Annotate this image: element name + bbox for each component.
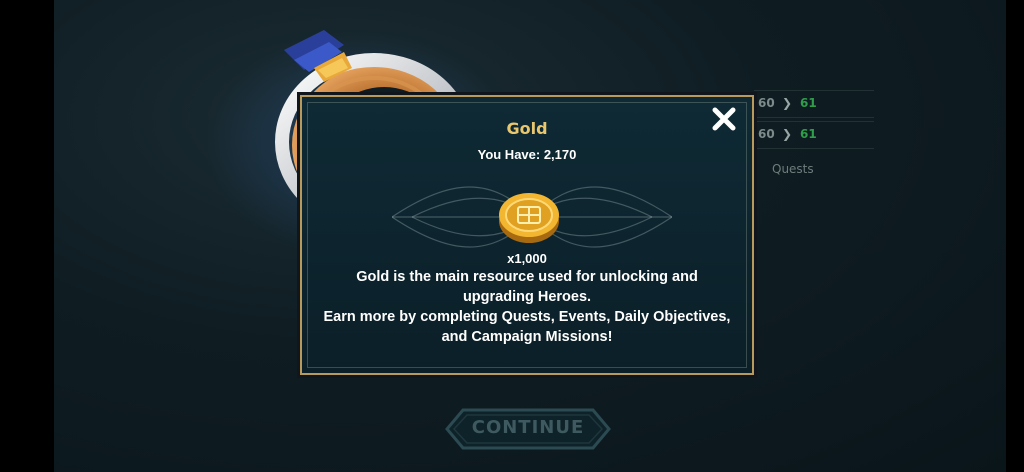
game-area: 60 ❯ 61 60 ❯ 61 Quests Gold You Have: 2,… — [54, 0, 1006, 472]
gold-coin-icon — [494, 189, 564, 245]
description-line: Earn more by completing Quests, Events, … — [323, 309, 731, 345]
description-line: Gold is the main resource used for unloc… — [356, 269, 698, 305]
continue-label: CONTINUE — [471, 417, 585, 438]
reward-number: 60 — [758, 96, 775, 110]
dialog-title: Gold — [506, 119, 548, 138]
item-info-dialog: Gold You Have: 2,170 x1,000 Gold is the … — [297, 92, 757, 378]
screen: 60 ❯ 61 60 ❯ 61 Quests Gold You Have: 2,… — [0, 0, 1024, 472]
arrow-icon: ❯ — [782, 96, 793, 110]
reward-number: 60 — [758, 127, 775, 141]
item-description: Gold is the main resource used for unloc… — [322, 267, 732, 347]
reward-next-number: 61 — [800, 96, 817, 110]
reward-next-number: 61 — [800, 127, 817, 141]
background-reward-row: 60 ❯ 61 — [754, 121, 874, 149]
item-quantity: x1,000 — [507, 251, 547, 266]
continue-button[interactable]: CONTINUE — [445, 408, 611, 450]
you-have-count: You Have: 2,170 — [477, 147, 577, 162]
arrow-icon: ❯ — [782, 127, 793, 141]
background-reward-row: 60 ❯ 61 — [754, 90, 874, 118]
background-quests-label: Quests — [772, 162, 814, 176]
